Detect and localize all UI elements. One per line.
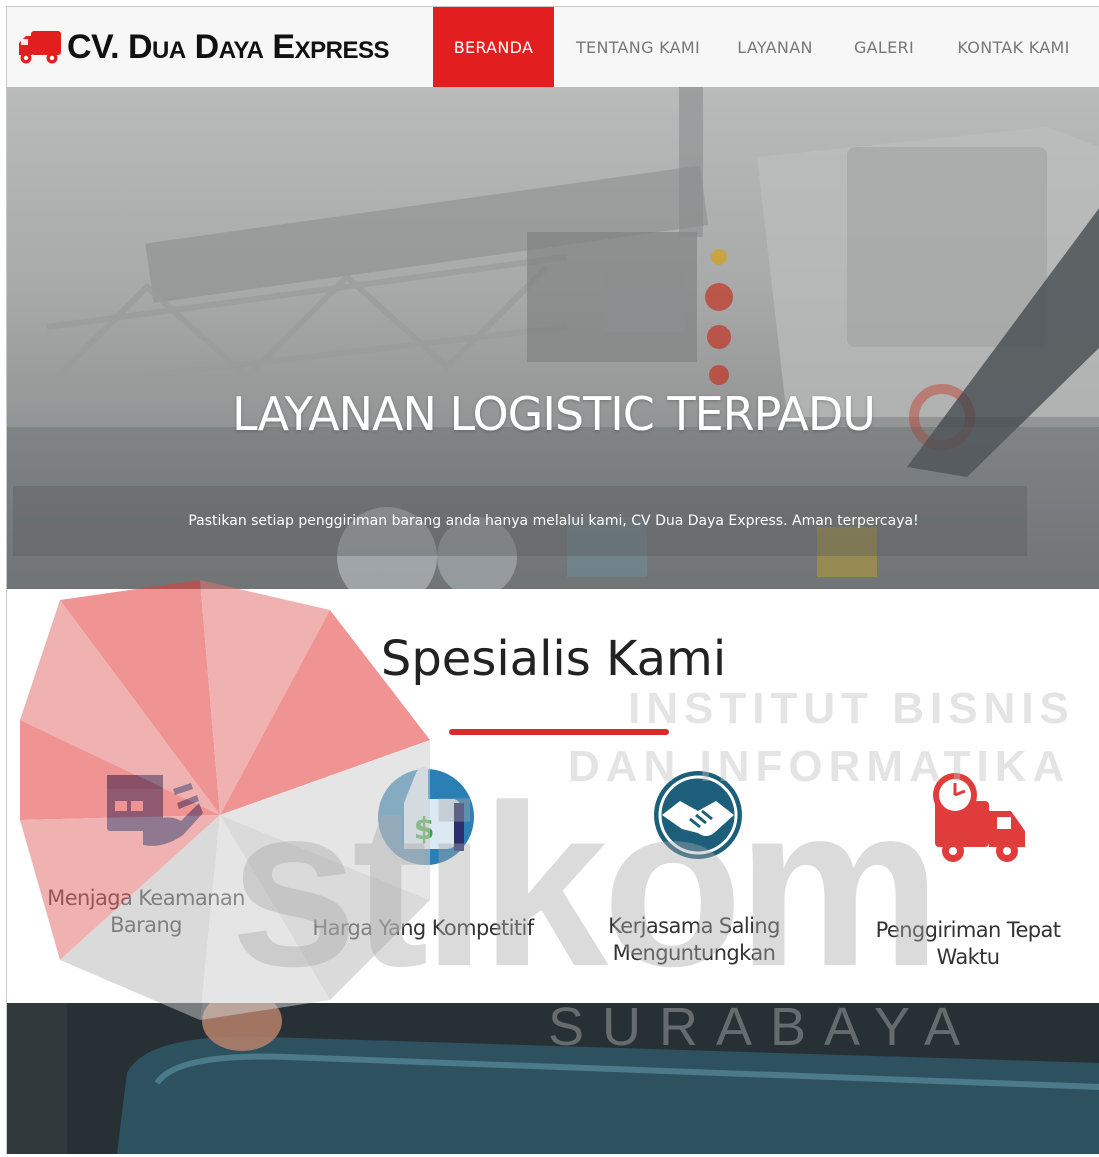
section-title: Spesialis Kami <box>380 631 727 687</box>
feature-label: Penggiriman Tepat Waktu <box>875 918 1061 969</box>
svg-text:$: $ <box>414 812 435 847</box>
bottom-background-image <box>7 1003 1099 1154</box>
package-hand-icon <box>107 775 203 846</box>
browser-page: CV. Dua Daya Express BERANDA TENTANG KAM… <box>6 6 1099 1154</box>
nav-galeri[interactable]: GALERI <box>828 7 940 87</box>
handshake-icon <box>654 771 742 859</box>
navbar: CV. Dua Daya Express BERANDA TENTANG KAM… <box>7 7 1099 88</box>
section-divider <box>449 729 669 735</box>
hero-title: LAYANAN LOGISTIC TERPADU <box>232 387 876 441</box>
nav-beranda[interactable]: BERANDA <box>433 7 554 87</box>
feature-label: Menjaga Keamanan Barang <box>47 886 245 937</box>
nav-kontak-kami[interactable]: KONTAK KAMI <box>940 7 1087 87</box>
nav-tentang-kami[interactable]: TENTANG KAMI <box>554 7 722 87</box>
brand-name: CV. Dua Daya Express <box>67 27 389 66</box>
nav-layanan[interactable]: LAYANAN <box>722 7 828 87</box>
thumbs-up-dollar-icon: $ <box>378 766 474 865</box>
truck-icon <box>19 31 61 64</box>
feature-label: Kerjasama Saling Menguntungkan <box>608 914 780 965</box>
brand-logo[interactable]: CV. Dua Daya Express <box>17 25 389 69</box>
delivery-truck-clock-icon <box>933 773 1025 862</box>
hero-banner: LAYANAN LOGISTIC TERPADU Pastikan setiap… <box>7 87 1099 589</box>
next-section-background <box>7 1003 1099 1154</box>
hero-subtitle: Pastikan setiap penggiriman barang anda … <box>188 513 919 529</box>
specialist-section: Spesialis Kami Menjaga Keamanan Barang $… <box>7 589 1099 1003</box>
feature-label: Harga Yang Kompetitif <box>312 916 534 940</box>
main-nav: BERANDA TENTANG KAMI LAYANAN GALERI KONT… <box>433 7 1087 87</box>
